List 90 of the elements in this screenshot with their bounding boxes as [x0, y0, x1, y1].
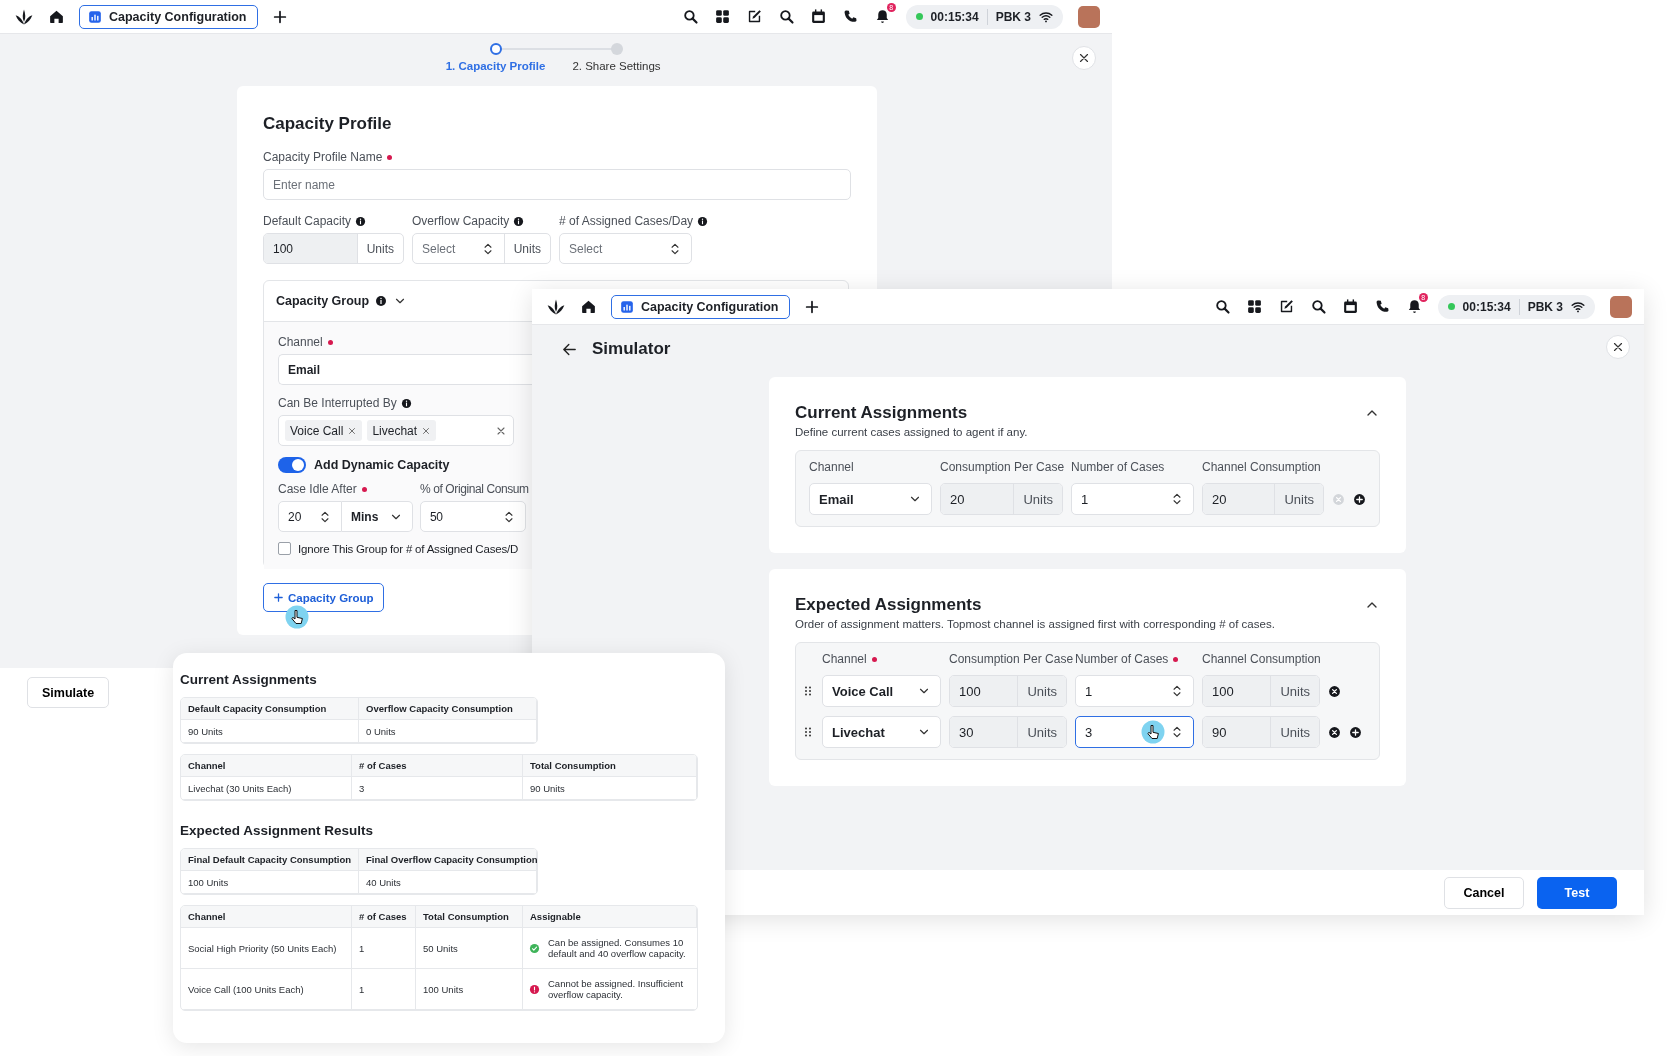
step-label[interactable]: 1. Capacity Profile — [445, 60, 546, 72]
page-title: Simulator — [592, 339, 671, 359]
section-title: Expected Assignment Results — [180, 823, 375, 838]
table-cell: 100 Units — [181, 871, 359, 894]
section-title: Current Assignments — [795, 403, 968, 423]
units-field: 90 Units — [1202, 716, 1320, 748]
field-label: # of Assigned Cases/Day — [559, 214, 694, 228]
step-label[interactable]: 2. Share Settings — [572, 60, 661, 72]
field-label: Number of Cases — [1071, 460, 1165, 474]
field-label: Overflow Capacity — [412, 214, 510, 228]
table-cell: 1 — [352, 969, 416, 1010]
status-pill[interactable]: 00:15:34 PBK 3 — [1437, 294, 1595, 319]
units-field: 20 Units — [940, 483, 1063, 515]
toggle-label: Add Dynamic Capacity — [314, 458, 450, 472]
status-text: Cannot be assigned. Insufficient overflow capacity. — [548, 977, 685, 1001]
field-label: Channel — [278, 335, 323, 349]
field-label: Number of Cases — [1075, 652, 1169, 666]
table-cell: 1 — [352, 928, 416, 969]
table-cell: 0 Units — [359, 720, 537, 743]
tag-chip[interactable]: Voice Call — [285, 420, 363, 441]
column-header: Total Consumption — [523, 755, 697, 777]
field-label: Can Be Interrupted By — [278, 396, 397, 410]
table-cell: Livechat (30 Units Each) — [181, 777, 352, 800]
number-field[interactable]: 1 — [1071, 483, 1194, 515]
table-cell: Voice Call (100 Units Each) — [181, 969, 352, 1010]
units-field: 100 Units — [1202, 675, 1320, 707]
number-field[interactable]: 20 — [278, 501, 342, 532]
number-field[interactable]: 50 — [420, 501, 526, 532]
group-title: Capacity Group — [276, 294, 370, 308]
table-cell: 100 Units — [416, 969, 523, 1010]
table-cell: 3 — [352, 777, 523, 800]
field-label: Consumption Per Case — [940, 460, 1065, 474]
field-label: Channel Consumption — [1202, 460, 1321, 474]
units-field: 20 Units — [1202, 483, 1324, 515]
status-text: Can be assigned. Consumes 10 default and 40 overflow capacity. — [548, 936, 687, 960]
unit-select[interactable]: Mins — [342, 501, 413, 532]
field-label: Consumption Per Case — [949, 652, 1074, 666]
column-header: Overflow Capacity Consumption — [359, 698, 537, 720]
timer-text: 00:15:34 — [930, 9, 979, 24]
column-header: Assignable — [523, 906, 697, 928]
column-header: # of Cases — [352, 755, 523, 777]
field-label: % of Original Consum — [420, 482, 529, 496]
field-label: Channel — [822, 652, 867, 666]
units-field[interactable]: 100 Units — [263, 233, 404, 264]
simulate-button[interactable]: Simulate — [27, 677, 110, 708]
name-input[interactable]: Enter name — [263, 169, 851, 200]
table-cell: 90 Units — [181, 720, 359, 743]
table-cell: 90 Units — [523, 777, 697, 800]
column-header: Final Overflow Capacity Consumption — [359, 849, 537, 871]
add-group-button[interactable]: Capacity Group — [263, 583, 384, 612]
column-header: Final Default Capacity Consumption — [181, 849, 359, 871]
table-cell: Social High Priority (50 Units Each) — [181, 928, 352, 969]
table-cell: 50 Units — [416, 928, 523, 969]
section-title: Current Assignments — [180, 672, 318, 687]
channel-select[interactable]: Voice Call — [822, 675, 941, 707]
status-pill[interactable]: 00:15:34 PBK 3 — [905, 4, 1063, 29]
section-description: Define current cases assigned to agent if any. — [795, 426, 1029, 438]
column-header: # of Cases — [352, 906, 416, 928]
number-field[interactable]: 3 — [1075, 716, 1194, 748]
table-cell: 40 Units — [359, 871, 537, 894]
column-header: Total Consumption — [416, 906, 523, 928]
field-label: Capacity Profile Name — [263, 150, 383, 164]
channel-select[interactable]: Livechat — [822, 716, 941, 748]
field-label: Channel Consumption — [1202, 652, 1321, 666]
column-header: Channel — [181, 906, 352, 928]
checkbox-label: Ignore This Group for # of Assigned Cases/D — [298, 542, 519, 555]
column-header: Default Capacity Consumption — [181, 698, 359, 720]
tag-field[interactable]: Voice Call Livechat — [278, 415, 514, 446]
units-field[interactable]: Select Units — [412, 233, 551, 264]
extension-label: PBK 3 — [1527, 299, 1563, 314]
units-field: 100 Units — [949, 675, 1067, 707]
cancel-button[interactable]: Cancel — [1444, 876, 1524, 909]
tab[interactable]: Capacity Configuration — [79, 4, 258, 29]
extension-label: PBK 3 — [995, 9, 1031, 24]
field-label: Channel — [809, 460, 854, 474]
section-title: Expected Assignments — [795, 595, 982, 615]
tab[interactable]: Capacity Configuration — [611, 294, 790, 319]
channel-select[interactable]: Email — [809, 483, 932, 515]
tag-chip[interactable]: Livechat — [367, 420, 437, 441]
number-field[interactable]: 1 — [1075, 675, 1194, 707]
timer-text: 00:15:34 — [1462, 299, 1511, 314]
test-button[interactable]: Test — [1537, 876, 1617, 909]
number-select[interactable]: Select — [559, 233, 692, 264]
column-header: Channel — [181, 755, 352, 777]
form-title: Capacity Profile — [263, 114, 393, 134]
channel-select[interactable]: Email — [278, 354, 532, 385]
units-field: 30 Units — [949, 716, 1067, 748]
field-label: Default Capacity — [263, 214, 352, 228]
section-description: Order of assignment matters. Topmost channel is assigned first with corresponding # of cases. — [795, 618, 1276, 630]
field-label: Case Idle After — [278, 482, 357, 496]
